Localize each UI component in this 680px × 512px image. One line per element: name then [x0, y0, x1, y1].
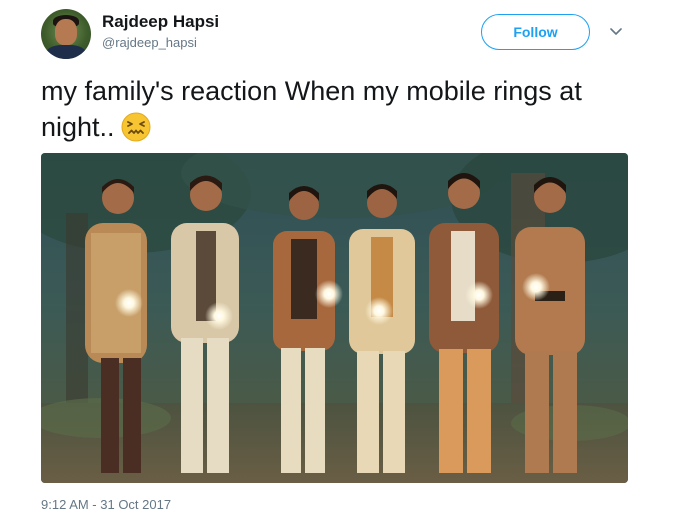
confounded-face-icon — [121, 112, 151, 142]
avatar-shirt — [46, 45, 86, 59]
chevron-down-icon[interactable] — [609, 25, 623, 39]
group-with-glowing-lights-photo — [41, 153, 628, 483]
tweet-photo[interactable] — [41, 153, 628, 483]
tweet-text: my family's reaction When my mobile ring… — [41, 73, 641, 145]
tweet-card: Rajdeep Hapsi @rajdeep_hapsi Follow my f… — [0, 0, 680, 512]
user-avatar[interactable] — [41, 9, 91, 59]
avatar-face — [55, 19, 77, 45]
display-name[interactable]: Rajdeep Hapsi — [102, 12, 219, 32]
user-handle[interactable]: @rajdeep_hapsi — [102, 35, 197, 50]
follow-button[interactable]: Follow — [481, 14, 590, 50]
tweet-timestamp[interactable]: 9:12 AM - 31 Oct 2017 — [41, 497, 171, 512]
